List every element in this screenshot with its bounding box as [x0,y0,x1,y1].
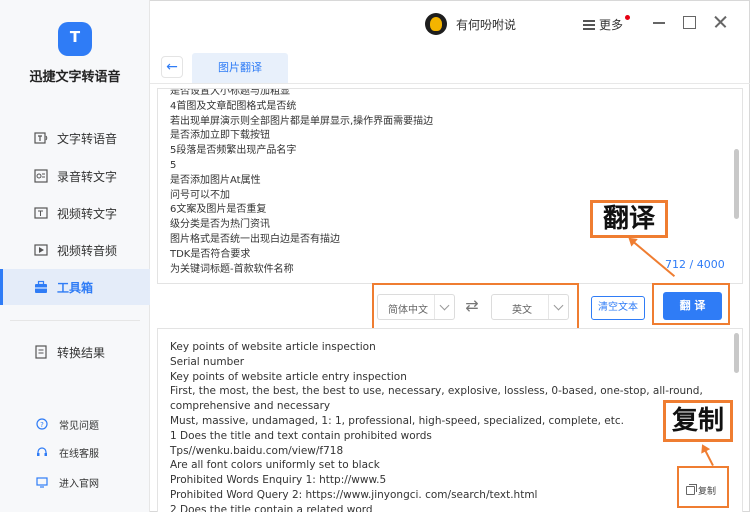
text-to-speech-icon [34,132,48,144]
sidebar-item-label: 转换结果 [57,346,106,360]
sidebar-item-label: 工具箱 [57,281,94,295]
source-text-line: 若出现单屏演示则全部图片都是单屏显示,操作界面需要描边 [170,115,434,127]
output-text-line: Prohibited Words Enquiry 1: http://www.5 [170,474,387,487]
translate-callout: 翻译 [590,200,668,238]
translate-button[interactable]: 翻 译 [663,292,722,320]
chevron-down-icon [548,295,568,319]
source-text-line: TDK是否符合要求 [170,248,251,260]
avatar[interactable] [425,13,447,35]
sidebar-item-toolbox[interactable]: 工具箱 [0,269,150,305]
tab-image-translation[interactable]: 图片翻译 [192,53,288,83]
output-text-line: Tps//wenku.baidu.com/view/f718 [170,444,344,457]
app-logo-icon: T [58,22,92,56]
output-text-line: Serial number [170,355,245,368]
source-text-line: 是否添加图片At属性 [170,174,261,186]
target-language-value: 英文 [512,305,532,316]
video-to-text-icon [34,207,48,219]
output-text-line: Must, massive, undamaged, 1: 1, professi… [170,414,624,427]
char-counter: 712 / 4000 [665,258,725,271]
copy-button[interactable]: 复制 [686,484,716,497]
sidebar-item-results[interactable]: 转换结果 [0,334,150,370]
source-text-line: 5 [170,159,177,171]
copy-icon [686,484,697,495]
output-scrollbar[interactable] [734,333,739,373]
website-link[interactable]: 进入官网 [0,472,150,492]
source-scrollbar[interactable] [734,149,739,219]
output-text-line: Are all font colors uniformly set to bla… [170,459,380,472]
flame-icon [430,17,442,31]
toolbox-icon [35,280,47,293]
source-text-line: 是否添加立即下载按钮 [170,130,270,142]
copy-callout: 复制 [663,400,733,442]
more-menu-button[interactable]: 更多 [583,15,631,33]
tab-divider [150,83,750,84]
sidebar-item-label: 视频转音频 [57,244,118,258]
app-name: 迅捷文字转语音 [29,70,121,85]
source-text-line: 为关键词标题-首款软件名称 [170,263,294,275]
swap-languages-icon[interactable]: ⇄ [462,296,482,316]
source-text-area[interactable]: 是否设置大小标题与加粗显 4首图及文章配图格式是否统若出现单屏演示则全部图片都是单… [157,88,743,284]
results-icon [35,345,47,359]
translation-output-area[interactable]: Key points of website article inspection… [157,328,743,512]
minimize-button[interactable] [651,14,667,30]
source-text-line: 是否设置大小标题与加粗显 [170,88,290,97]
title-bar: 有何吩咐说 更多 [150,0,750,48]
online-support-link[interactable]: 在线客服 [0,442,150,462]
output-text-line: 1 Does the title and text contain prohib… [170,429,432,442]
back-button[interactable]: ← [161,56,183,78]
svg-text:?: ? [40,421,44,429]
recording-to-text-icon [34,169,48,183]
output-text-line: Key points of website article entry insp… [170,370,407,383]
sidebar-item-video-to-text[interactable]: 视频转文字 [0,195,150,231]
source-text-line: 4首图及文章配图格式是否统 [170,100,297,112]
website-icon [36,477,48,488]
output-text-line: Prohibited Word Query 2: https://www.jin… [170,488,538,501]
source-language-value: 简体中文 [388,305,428,316]
sidebar-item-label: 录音转文字 [57,170,118,184]
output-text-line: 2 Does the title contain a related word [170,503,373,512]
faq-link[interactable]: ? 常见问题 [0,414,150,434]
faq-label: 常见问题 [59,421,99,432]
sidebar-item-label: 视频转文字 [57,207,118,221]
sidebar-item-text-to-speech[interactable]: 文字转语音 [0,120,150,156]
target-language-select[interactable]: 英文 [491,294,569,320]
sidebar-divider [10,320,140,321]
close-button[interactable] [712,14,728,30]
sidebar: T 迅捷文字转语音 文字转语音 录音转文字 视频转文字 视频转音频 工具箱 转换… [0,0,150,512]
sidebar-item-video-to-audio[interactable]: 视频转音频 [0,232,150,268]
output-text-line: Key points of website article inspection [170,341,376,353]
faq-icon: ? [36,418,48,430]
menu-icon [583,20,595,30]
website-label: 进入官网 [59,479,99,490]
video-to-audio-icon [34,244,48,256]
translation-output-text: Key points of website article inspection… [170,340,730,512]
source-text: 是否设置大小标题与加粗显 4首图及文章配图格式是否统若出现单屏演示则全部图片都是单… [170,88,720,277]
sidebar-item-label: 文字转语音 [57,132,118,146]
maximize-button[interactable] [681,14,697,30]
output-text-line: First, the most, the best, the best to u… [170,385,703,413]
source-language-select[interactable]: 简体中文 [377,294,455,320]
headset-icon [37,447,47,456]
sidebar-item-recording-to-text[interactable]: 录音转文字 [0,158,150,194]
clear-text-button[interactable]: 清空文本 [591,296,645,320]
username[interactable]: 有何吩咐说 [456,16,516,33]
more-label: 更多 [599,18,624,32]
arrow-left-icon: ← [166,59,178,75]
source-text-line: 5段落是否频繁出现产品名字 [170,145,297,157]
notification-dot [625,15,631,20]
copy-label: 复制 [698,487,717,497]
online-support-label: 在线客服 [59,449,99,460]
chevron-down-icon [434,295,454,319]
